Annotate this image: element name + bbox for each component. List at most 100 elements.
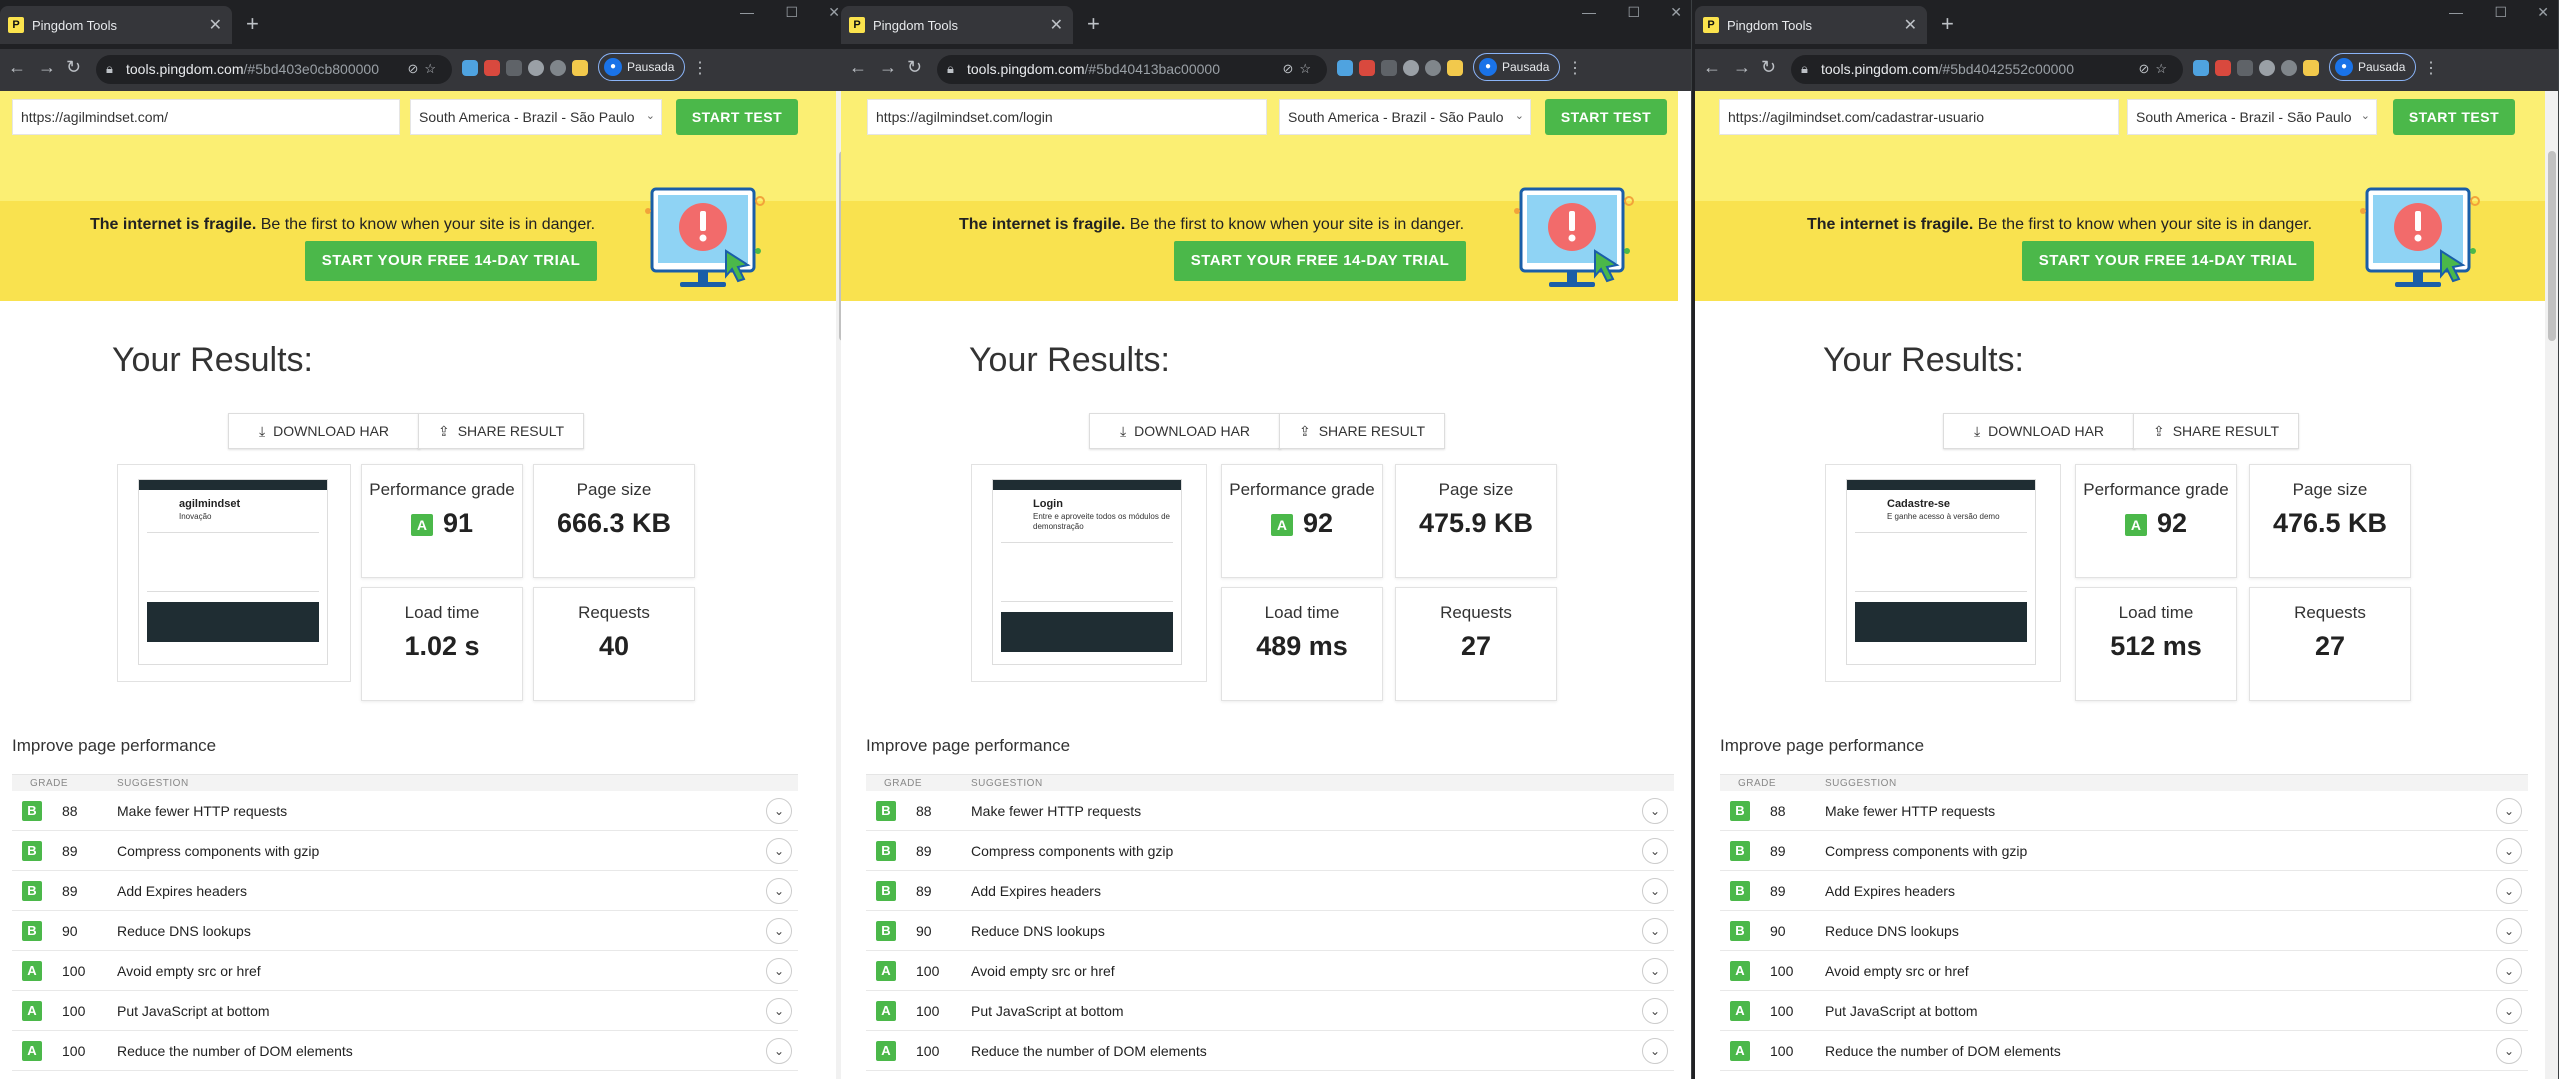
expand-chevron-icon[interactable]: ⌄: [766, 798, 792, 824]
extension-icon[interactable]: [1381, 60, 1397, 76]
extension-icon[interactable]: [484, 60, 500, 76]
extension-icon[interactable]: [1447, 60, 1463, 76]
new-tab-icon[interactable]: +: [1941, 13, 1954, 35]
bookmark-star-icon[interactable]: ⊘☆: [407, 61, 442, 77]
extension-icon[interactable]: [506, 60, 522, 76]
expand-chevron-icon[interactable]: ⌄: [766, 958, 792, 984]
extension-icon[interactable]: [1403, 60, 1419, 76]
download-har-button[interactable]: ⤓ DOWNLOAD HAR: [1089, 413, 1281, 449]
forward-icon[interactable]: →: [1733, 57, 1751, 78]
table-row[interactable]: A 100 Put JavaScript at bottom ⌄: [12, 991, 798, 1031]
profile-button[interactable]: ● Pausada: [1473, 53, 1561, 81]
table-row[interactable]: A 100 Put JavaScript at bottom ⌄: [1720, 991, 2528, 1031]
location-select[interactable]: South America - Brazil - São Paulo ⌄: [1279, 99, 1531, 135]
close-window-icon[interactable]: ✕: [2537, 4, 2549, 21]
bookmark-star-icon[interactable]: ⊘☆: [1282, 61, 1317, 77]
start-test-button[interactable]: START TEST: [676, 99, 798, 135]
maximize-icon[interactable]: ☐: [1627, 4, 1640, 21]
expand-chevron-icon[interactable]: ⌄: [2496, 918, 2522, 944]
menu-kebab-icon[interactable]: ⋮: [2423, 58, 2439, 78]
table-row[interactable]: B 89 Add Expires headers ⌄: [1720, 871, 2528, 911]
free-trial-button[interactable]: START YOUR FREE 14-DAY TRIAL: [2022, 241, 2314, 281]
expand-chevron-icon[interactable]: ⌄: [1642, 958, 1668, 984]
close-tab-icon[interactable]: ✕: [209, 15, 222, 35]
address-bar[interactable]: 🔒︎ tools.pingdom.com/#5bd4042552c00000 ⊘…: [1791, 55, 2183, 84]
test-url-input[interactable]: https://agilmindset.com/login: [867, 99, 1267, 135]
expand-chevron-icon[interactable]: ⌄: [1642, 798, 1668, 824]
extension-icon[interactable]: [2193, 60, 2209, 76]
close-tab-icon[interactable]: ✕: [1050, 15, 1063, 35]
table-row[interactable]: B 90 Reduce DNS lookups ⌄: [1720, 911, 2528, 951]
test-url-input[interactable]: https://agilmindset.com/cadastrar-usuari…: [1719, 99, 2119, 135]
expand-chevron-icon[interactable]: ⌄: [766, 918, 792, 944]
table-row[interactable]: B 89 Add Expires headers ⌄: [12, 871, 798, 911]
share-result-button[interactable]: ⇪ SHARE RESULT: [2133, 413, 2299, 449]
expand-chevron-icon[interactable]: ⌄: [2496, 838, 2522, 864]
expand-chevron-icon[interactable]: ⌄: [1642, 878, 1668, 904]
reload-icon[interactable]: ↻: [66, 57, 81, 78]
browser-tab[interactable]: P Pingdom Tools ✕: [0, 6, 232, 44]
address-bar[interactable]: 🔒︎ tools.pingdom.com/#5bd403e0cb800000 ⊘…: [96, 55, 452, 84]
minimize-icon[interactable]: —: [740, 4, 754, 20]
expand-chevron-icon[interactable]: ⌄: [2496, 798, 2522, 824]
table-row[interactable]: A 100 Reduce the number of DOM elements ⌄: [1720, 1031, 2528, 1071]
close-window-icon[interactable]: ✕: [1670, 4, 1682, 21]
extension-icon[interactable]: [1337, 60, 1353, 76]
extension-icon[interactable]: [2303, 60, 2319, 76]
new-tab-icon[interactable]: +: [1087, 13, 1100, 35]
new-tab-icon[interactable]: +: [246, 13, 259, 35]
start-test-button[interactable]: START TEST: [1545, 99, 1667, 135]
extension-icon[interactable]: [2281, 60, 2297, 76]
free-trial-button[interactable]: START YOUR FREE 14-DAY TRIAL: [305, 241, 597, 281]
download-har-button[interactable]: ⤓ DOWNLOAD HAR: [228, 413, 420, 449]
extension-icon[interactable]: [2215, 60, 2231, 76]
table-row[interactable]: A 100 Avoid empty src or href ⌄: [12, 951, 798, 991]
close-tab-icon[interactable]: ✕: [1904, 15, 1917, 35]
extension-icon[interactable]: [2259, 60, 2275, 76]
download-har-button[interactable]: ⤓ DOWNLOAD HAR: [1943, 413, 2135, 449]
forward-icon[interactable]: →: [879, 57, 897, 78]
menu-kebab-icon[interactable]: ⋮: [692, 58, 708, 78]
table-row[interactable]: B 89 Compress components with gzip ⌄: [1720, 831, 2528, 871]
table-row[interactable]: A 100 Avoid empty src or href ⌄: [1720, 951, 2528, 991]
extension-icon[interactable]: [528, 60, 544, 76]
expand-chevron-icon[interactable]: ⌄: [2496, 998, 2522, 1024]
expand-chevron-icon[interactable]: ⌄: [1642, 998, 1668, 1024]
table-row[interactable]: B 90 Reduce DNS lookups ⌄: [866, 911, 1674, 951]
extension-icon[interactable]: [1359, 60, 1375, 76]
browser-tab[interactable]: P Pingdom Tools ✕: [841, 6, 1073, 44]
bookmark-star-icon[interactable]: ⊘☆: [2138, 61, 2173, 77]
back-icon[interactable]: ←: [8, 57, 26, 78]
table-row[interactable]: B 89 Compress components with gzip ⌄: [12, 831, 798, 871]
extension-icon[interactable]: [550, 60, 566, 76]
start-test-button[interactable]: START TEST: [2393, 99, 2515, 135]
expand-chevron-icon[interactable]: ⌄: [1642, 838, 1668, 864]
expand-chevron-icon[interactable]: ⌄: [1642, 918, 1668, 944]
share-result-button[interactable]: ⇪ SHARE RESULT: [1279, 413, 1445, 449]
extension-icon[interactable]: [462, 60, 478, 76]
location-select[interactable]: South America - Brazil - São Paulo ⌄: [2127, 99, 2377, 135]
table-row[interactable]: B 89 Compress components with gzip ⌄: [866, 831, 1674, 871]
table-row[interactable]: B 88 Make fewer HTTP requests ⌄: [1720, 791, 2528, 831]
share-result-button[interactable]: ⇪ SHARE RESULT: [418, 413, 584, 449]
expand-chevron-icon[interactable]: ⌄: [2496, 878, 2522, 904]
table-row[interactable]: B 88 Make fewer HTTP requests ⌄: [866, 791, 1674, 831]
table-row[interactable]: B 90 Reduce DNS lookups ⌄: [12, 911, 798, 951]
profile-button[interactable]: ● Pausada: [598, 53, 686, 81]
expand-chevron-icon[interactable]: ⌄: [766, 838, 792, 864]
minimize-icon[interactable]: —: [1582, 4, 1596, 20]
close-window-icon[interactable]: ✕: [828, 4, 840, 21]
expand-chevron-icon[interactable]: ⌄: [2496, 1038, 2522, 1064]
address-bar[interactable]: 🔒︎ tools.pingdom.com/#5bd40413bac00000 ⊘…: [937, 55, 1327, 84]
browser-tab[interactable]: P Pingdom Tools ✕: [1695, 6, 1927, 44]
reload-icon[interactable]: ↻: [907, 57, 922, 78]
expand-chevron-icon[interactable]: ⌄: [766, 998, 792, 1024]
extension-icon[interactable]: [1425, 60, 1441, 76]
scrollbar-thumb[interactable]: [2548, 151, 2556, 341]
extension-icon[interactable]: [2237, 60, 2253, 76]
extension-icon[interactable]: [572, 60, 588, 76]
expand-chevron-icon[interactable]: ⌄: [766, 1038, 792, 1064]
location-select[interactable]: South America - Brazil - São Paulo ⌄: [410, 99, 662, 135]
table-row[interactable]: A 100 Reduce the number of DOM elements ⌄: [866, 1031, 1674, 1071]
table-row[interactable]: B 89 Add Expires headers ⌄: [866, 871, 1674, 911]
